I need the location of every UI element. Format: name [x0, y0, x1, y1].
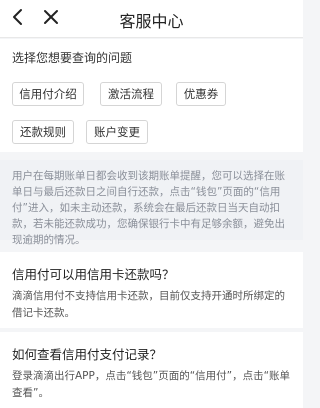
faq-item[interactable]: 信用付可以用信用卡还款吗？ 滴滴信用付不支持信用卡还款，目前仅支持开通时所绑定的…: [0, 252, 303, 328]
page-title: 客服中心: [119, 12, 184, 31]
faq-question: 如何查看信用付支付记录？: [12, 347, 163, 362]
nav-bar: 客服中心: [0, 0, 303, 38]
tag-credit-pay-intro[interactable]: 信用付介绍: [12, 82, 84, 106]
tag-account-change[interactable]: 账户变更: [86, 120, 148, 144]
faq-item[interactable]: 如何查看信用付支付记录？ 登录滴滴出行APP，点击“钱包”页面的“信用付”，点击…: [0, 332, 303, 408]
faq-question: 信用付可以用信用卡还款吗？: [12, 267, 175, 282]
question-panel: 选择您想要查询的问题 信用付介绍 激活流程 优惠券 还款规则 账户变更: [0, 39, 303, 152]
info-banner: 用户在每期账单日都会收到该期账单提醒，您可以选择在账单日与最后还款日之间自行还款…: [0, 160, 303, 246]
tag-coupon[interactable]: 优惠券: [176, 82, 226, 106]
tag-activation-flow[interactable]: 激活流程: [100, 82, 162, 106]
faq-answer: 滴滴信用付不支持信用卡还款，目前仅支持开通时所绑定的借记卡还款。: [12, 290, 285, 319]
tag-repayment-rules[interactable]: 还款规则: [12, 120, 74, 144]
info-text: 用户在每期账单日都会收到该期账单提醒，您可以选择在账单日与最后还款日之间自行还款…: [12, 170, 285, 246]
question-prompt: 选择您想要查询的问题: [12, 51, 133, 65]
faq-answer: 登录滴滴出行APP，点击“钱包”页面的“信用付”，点击“账单查看”。: [12, 370, 291, 399]
